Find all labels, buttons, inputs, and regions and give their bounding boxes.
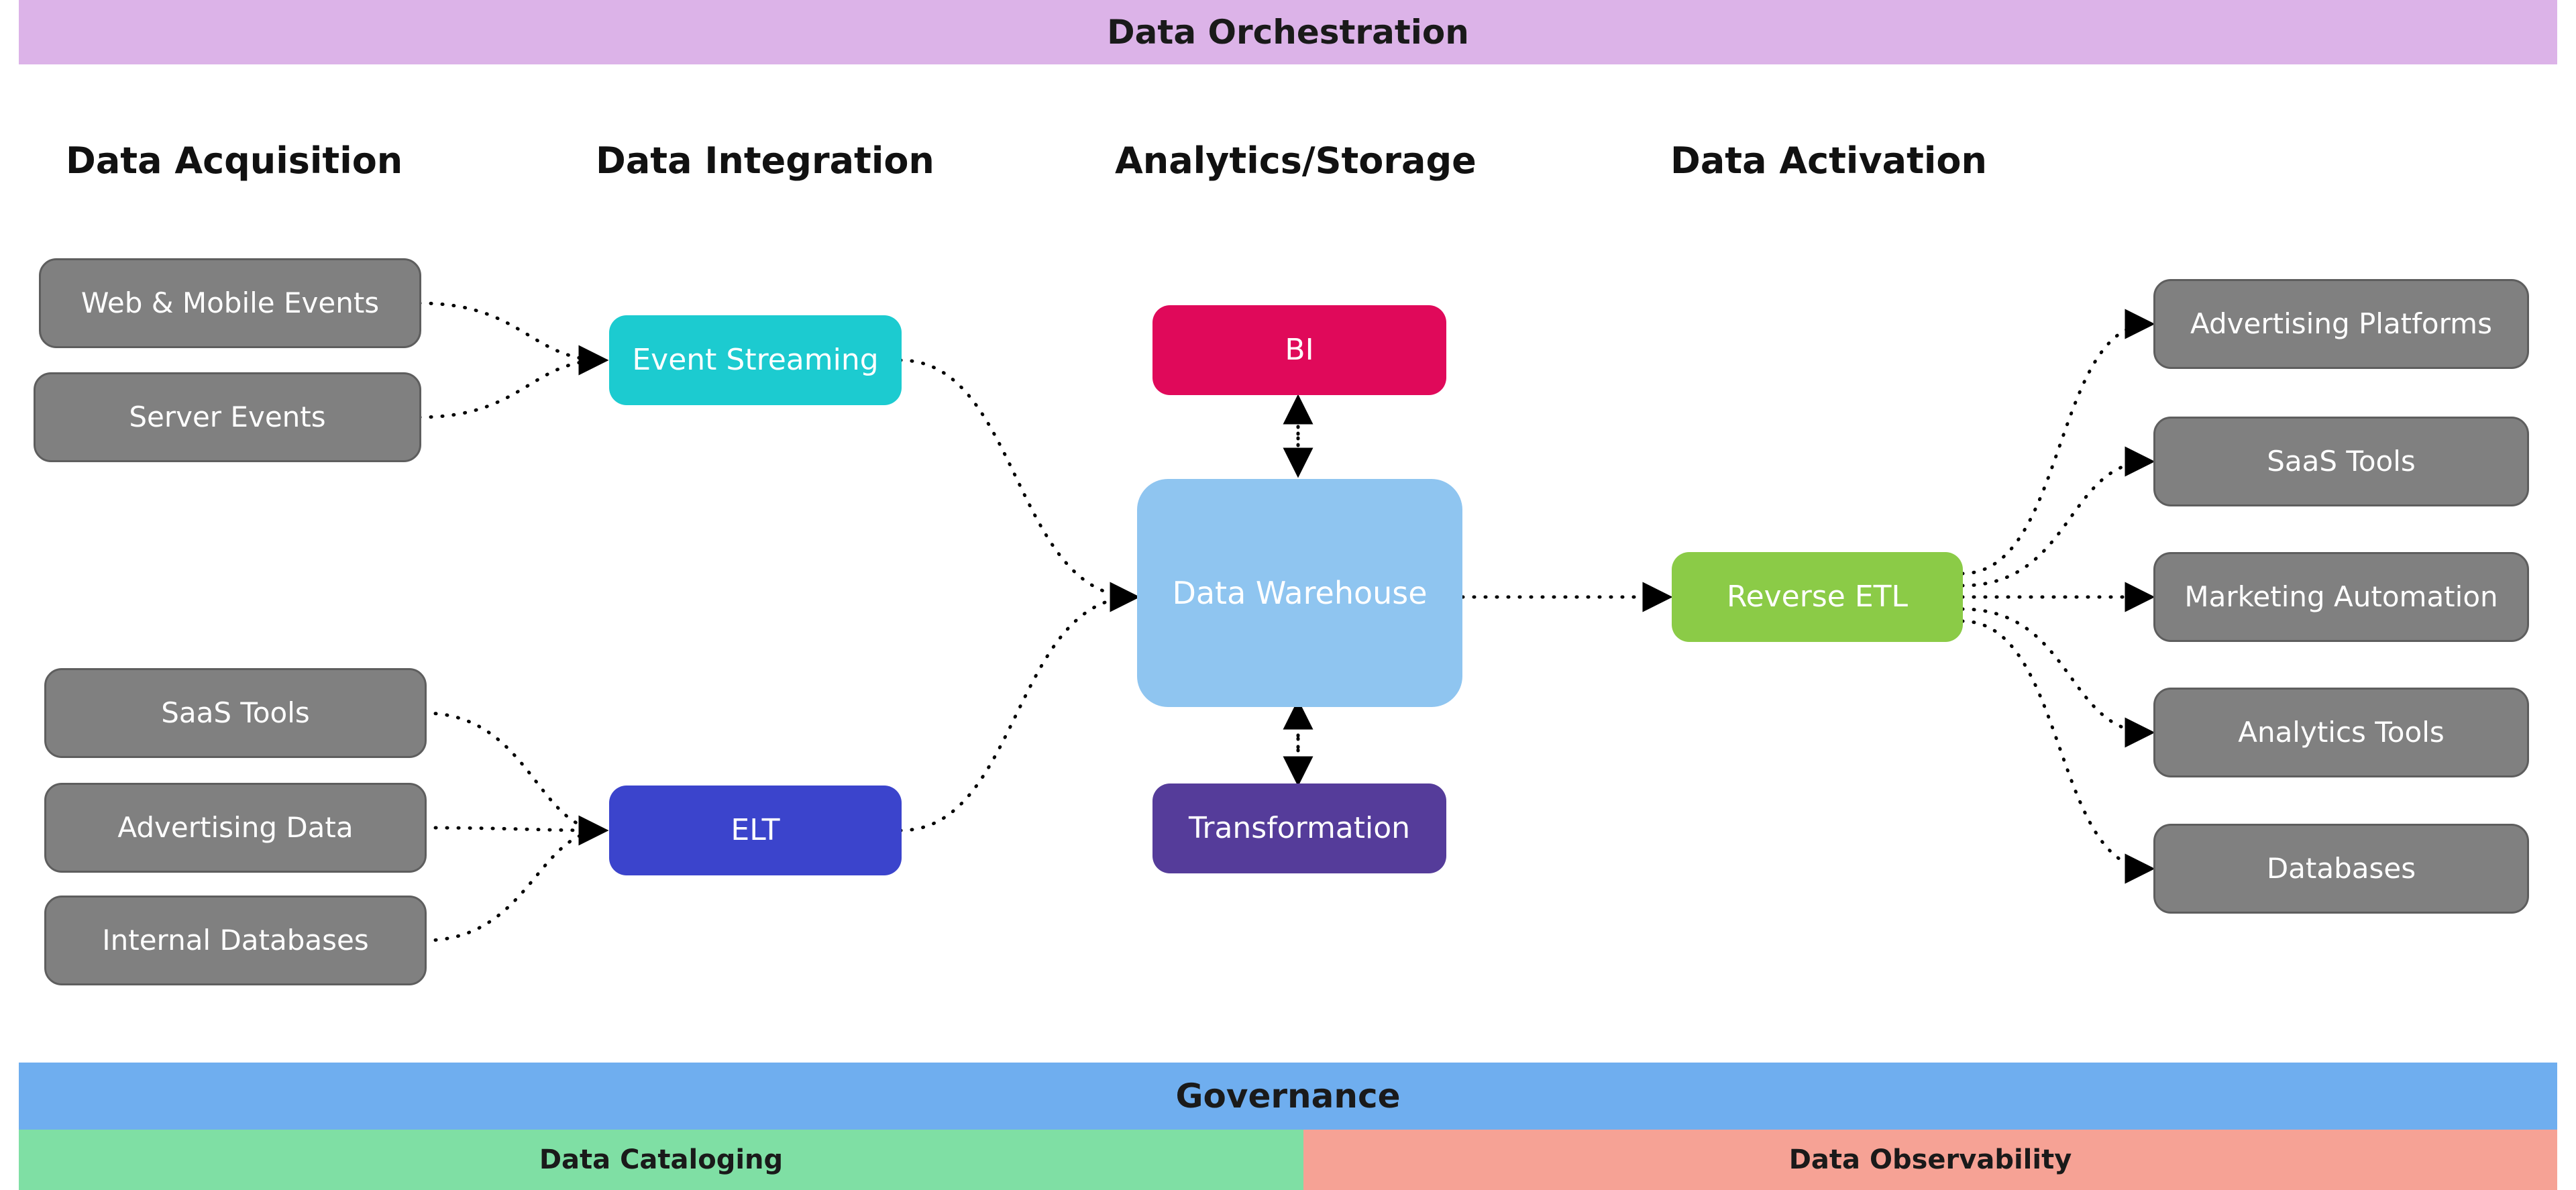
data-cataloging-banner-label: Data Cataloging	[539, 1144, 784, 1175]
node-label: Advertising Data	[117, 810, 354, 844]
orchestration-banner: Data Orchestration	[19, 0, 2557, 64]
node-saas-tools-source[interactable]: SaaS Tools	[44, 668, 427, 758]
node-label: Web & Mobile Events	[80, 286, 380, 319]
node-analytics-tools[interactable]: Analytics Tools	[2153, 688, 2529, 777]
node-data-warehouse[interactable]: Data Warehouse	[1137, 479, 1462, 707]
node-advertising-data[interactable]: Advertising Data	[44, 783, 427, 873]
node-marketing-automation[interactable]: Marketing Automation	[2153, 552, 2529, 642]
column-header-data-acquisition: Data Acquisition	[66, 140, 402, 182]
edge-reverse-etl-to-saas-tools	[1960, 446, 2155, 588]
edge-reverse-etl-to-databases	[1960, 619, 2155, 884]
edge-reverse-etl-to-analytics-tools	[1960, 607, 2155, 748]
node-label: ELT	[731, 812, 780, 847]
node-label: Databases	[2266, 851, 2416, 885]
node-label: Advertising Platforms	[2190, 307, 2492, 340]
edge-elt-to-data-warehouse	[898, 595, 1137, 832]
edge-web-mobile-events-to-event-streaming	[417, 301, 609, 376]
node-label: Reverse ETL	[1726, 579, 1909, 614]
orchestration-banner-label: Data Orchestration	[1107, 13, 1469, 52]
data-cataloging-banner: Data Cataloging	[19, 1130, 1303, 1190]
column-header-label: Data Integration	[596, 140, 934, 182]
edge-event-streaming-to-data-warehouse	[898, 358, 1140, 612]
node-label: Marketing Automation	[2184, 580, 2498, 613]
node-transformation[interactable]: Transformation	[1152, 783, 1446, 873]
governance-banner: Governance	[19, 1063, 2557, 1130]
node-label: SaaS Tools	[161, 696, 310, 729]
column-header-data-activation: Data Activation	[1670, 140, 1987, 182]
node-reverse-etl[interactable]: Reverse ETL	[1672, 552, 1963, 642]
node-elt[interactable]: ELT	[609, 786, 902, 875]
node-internal-databases[interactable]: Internal Databases	[44, 896, 427, 985]
node-label: BI	[1285, 332, 1314, 367]
column-header-label: Analytics/Storage	[1115, 140, 1477, 182]
node-advertising-platforms[interactable]: Advertising Platforms	[2153, 279, 2529, 369]
node-bi[interactable]: BI	[1152, 305, 1446, 395]
node-web-mobile-events[interactable]: Web & Mobile Events	[39, 258, 421, 348]
node-label: Data Warehouse	[1172, 574, 1428, 611]
node-label: Analytics Tools	[2238, 715, 2445, 749]
column-header-analytics-storage: Analytics/Storage	[1115, 140, 1477, 182]
governance-banner-label: Governance	[1175, 1077, 1401, 1116]
data-observability-banner: Data Observability	[1303, 1130, 2557, 1190]
diagram-canvas: Data Orchestration Data Acquisition Data…	[0, 0, 2576, 1190]
column-header-data-integration: Data Integration	[596, 140, 934, 182]
edge-reverse-etl-to-advertising-platforms	[1960, 309, 2155, 576]
node-event-streaming[interactable]: Event Streaming	[609, 315, 902, 405]
edge-internal-databases-to-elt	[422, 828, 606, 942]
edge-advertising-data-to-elt	[422, 826, 606, 832]
node-label: Event Streaming	[632, 342, 879, 377]
node-databases-destination[interactable]: Databases	[2153, 824, 2529, 914]
column-header-label: Data Acquisition	[66, 140, 403, 182]
node-label: SaaS Tools	[2267, 444, 2416, 478]
edge-server-events-to-event-streaming	[417, 358, 606, 419]
column-header-label: Data Activation	[1670, 140, 1987, 182]
node-label: Transformation	[1188, 810, 1411, 845]
node-label: Internal Databases	[102, 923, 369, 957]
node-server-events[interactable]: Server Events	[34, 372, 421, 462]
edge-saas-tools-to-elt	[422, 711, 609, 846]
node-saas-tools-destination[interactable]: SaaS Tools	[2153, 417, 2529, 506]
data-observability-banner-label: Data Observability	[1788, 1144, 2072, 1175]
node-label: Server Events	[129, 400, 326, 433]
